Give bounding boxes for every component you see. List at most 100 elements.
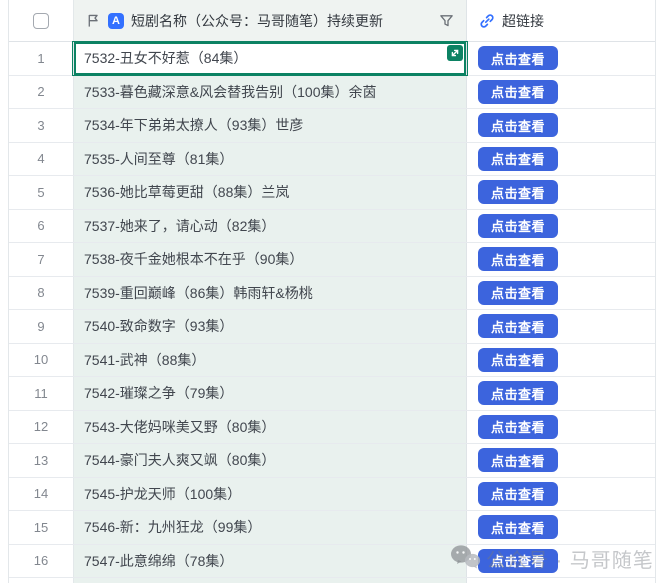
link-cell: 点击查看 [467,511,655,544]
table-row: 10 7541-武神（88集） 点击查看 [9,344,655,378]
name-cell[interactable]: 7538-夜千金她根本不在乎（90集） [73,243,467,276]
table-row: 8 7539-重回巅峰（86集）韩雨轩&杨桃 点击查看 [9,277,655,311]
view-link-button[interactable]: 点击查看 [478,113,558,137]
view-link-button[interactable]: 点击查看 [478,482,558,506]
link-cell: 点击查看 [467,42,655,75]
table-row: 5 7536-她比草莓更甜（88集）兰岚 点击查看 [9,176,655,210]
table-row: 14 7545-护龙天师（100集） 点击查看 [9,478,655,512]
view-link-button[interactable]: 点击查看 [478,147,558,171]
drama-title: 7547-此意绵绵（78集） [84,551,233,571]
link-cell: 点击查看 [467,243,655,276]
row-number[interactable]: 14 [9,478,73,511]
link-column-header[interactable]: 超链接 [467,0,655,41]
drama-title: 7541-武神（88集） [84,350,205,370]
expand-cell-icon[interactable] [447,45,463,61]
drama-title: 7545-护龙天师（100集） [84,484,241,504]
link-cell: 点击查看 [467,109,655,142]
drama-title: 7535-人间至尊（81集） [84,149,233,169]
link-cell: 点击查看 [467,545,655,578]
drama-title: 7534-年下弟弟太撩人（93集）世彦 [84,115,303,135]
name-cell[interactable]: 7536-她比草莓更甜（88集）兰岚 [73,176,467,209]
partial-row [9,578,655,583]
name-cell[interactable]: 7545-护龙天师（100集） [73,478,467,511]
drama-title: 7532-丑女不好惹（84集） [84,48,247,68]
drama-title: 7543-大佬妈咪美又野（80集） [84,417,275,437]
table-row: 16 7547-此意绵绵（78集） 点击查看 [9,545,655,579]
row-number[interactable]: 12 [9,411,73,444]
view-link-button[interactable]: 点击查看 [478,415,558,439]
view-link-button[interactable]: 点击查看 [478,247,558,271]
name-cell[interactable]: 7547-此意绵绵（78集） [73,545,467,578]
link-cell: 点击查看 [467,411,655,444]
select-all-checkbox[interactable] [33,13,49,29]
name-column-header[interactable]: A 短剧名称（公众号：马哥随笔）持续更新 [73,0,467,41]
link-column-title: 超链接 [502,11,544,31]
link-cell: 点击查看 [467,277,655,310]
name-cell[interactable]: 7543-大佬妈咪美又野（80集） [73,411,467,444]
row-number[interactable]: 9 [9,310,73,343]
view-link-button[interactable]: 点击查看 [478,448,558,472]
view-link-button[interactable]: 点击查看 [478,515,558,539]
drama-title: 7540-致命数字（93集） [84,316,233,336]
row-number[interactable]: 4 [9,143,73,176]
row-number[interactable]: 16 [9,545,73,578]
select-all-cell [9,0,73,41]
table-row: 3 7534-年下弟弟太撩人（93集）世彦 点击查看 [9,109,655,143]
row-number[interactable]: 15 [9,511,73,544]
row-number[interactable]: 13 [9,444,73,477]
table-row: 7 7538-夜千金她根本不在乎（90集） 点击查看 [9,243,655,277]
name-cell[interactable]: 7542-璀璨之争（79集） [73,377,467,410]
table-row: 4 7535-人间至尊（81集） 点击查看 [9,143,655,177]
table-row: 15 7546-新：九州狂龙（99集） 点击查看 [9,511,655,545]
data-table: A 短剧名称（公众号：马哥随笔）持续更新 超链接 [8,0,656,583]
row-number[interactable]: 3 [9,109,73,142]
link-icon [479,13,495,29]
name-cell[interactable]: 7541-武神（88集） [73,344,467,377]
row-number[interactable]: 6 [9,210,73,243]
row-number[interactable]: 7 [9,243,73,276]
row-number[interactable]: 8 [9,277,73,310]
table-row: 1 7532-丑女不好惹（84集） 点击查看 [9,42,655,76]
view-link-button[interactable]: 点击查看 [478,214,558,238]
name-cell[interactable]: 7544-豪门夫人爽又飒（80集） [73,444,467,477]
row-number[interactable]: 1 [9,42,73,75]
view-link-button[interactable]: 点击查看 [478,180,558,204]
view-link-button[interactable]: 点击查看 [478,46,558,70]
table-row: 2 7533-暮色藏深意&风会替我告别（100集）余茵 点击查看 [9,76,655,110]
link-cell: 点击查看 [467,210,655,243]
name-cell[interactable]: 7540-致命数字（93集） [73,310,467,343]
row-number[interactable]: 11 [9,377,73,410]
name-cell[interactable]: 7535-人间至尊（81集） [73,143,467,176]
name-cell[interactable]: 7546-新：九州狂龙（99集） [73,511,467,544]
table-row: 6 7537-她来了，请心动（82集） 点击查看 [9,210,655,244]
name-cell[interactable]: 7537-她来了，请心动（82集） [73,210,467,243]
link-cell: 点击查看 [467,143,655,176]
table-row: 12 7543-大佬妈咪美又野（80集） 点击查看 [9,411,655,445]
row-number[interactable]: 10 [9,344,73,377]
drama-title: 7546-新：九州狂龙（99集） [84,517,261,537]
text-field-type-icon: A [108,13,124,29]
filter-icon[interactable] [439,13,454,28]
table-row: 13 7544-豪门夫人爽又飒（80集） 点击查看 [9,444,655,478]
view-link-button[interactable]: 点击查看 [478,281,558,305]
name-cell[interactable]: 7533-暮色藏深意&风会替我告别（100集）余茵 [73,76,467,109]
view-link-button[interactable]: 点击查看 [478,549,558,573]
view-link-button[interactable]: 点击查看 [478,381,558,405]
drama-title: 7536-她比草莓更甜（88集）兰岚 [84,182,289,202]
view-link-button[interactable]: 点击查看 [478,314,558,338]
row-number[interactable]: 5 [9,176,73,209]
flag-icon [86,13,101,28]
drama-title: 7538-夜千金她根本不在乎（90集） [84,249,303,269]
link-cell: 点击查看 [467,478,655,511]
view-link-button[interactable]: 点击查看 [478,348,558,372]
name-cell[interactable]: 7539-重回巅峰（86集）韩雨轩&杨桃 [73,277,467,310]
drama-title: 7533-暮色藏深意&风会替我告别（100集）余茵 [84,82,377,102]
view-link-button[interactable]: 点击查看 [478,80,558,104]
table-row: 9 7540-致命数字（93集） 点击查看 [9,310,655,344]
drama-title: 7539-重回巅峰（86集）韩雨轩&杨桃 [84,283,313,303]
link-cell: 点击查看 [467,76,655,109]
link-cell: 点击查看 [467,344,655,377]
name-cell[interactable]: 7534-年下弟弟太撩人（93集）世彦 [73,109,467,142]
row-number[interactable]: 2 [9,76,73,109]
name-cell-selected[interactable]: 7532-丑女不好惹（84集） [73,42,467,75]
